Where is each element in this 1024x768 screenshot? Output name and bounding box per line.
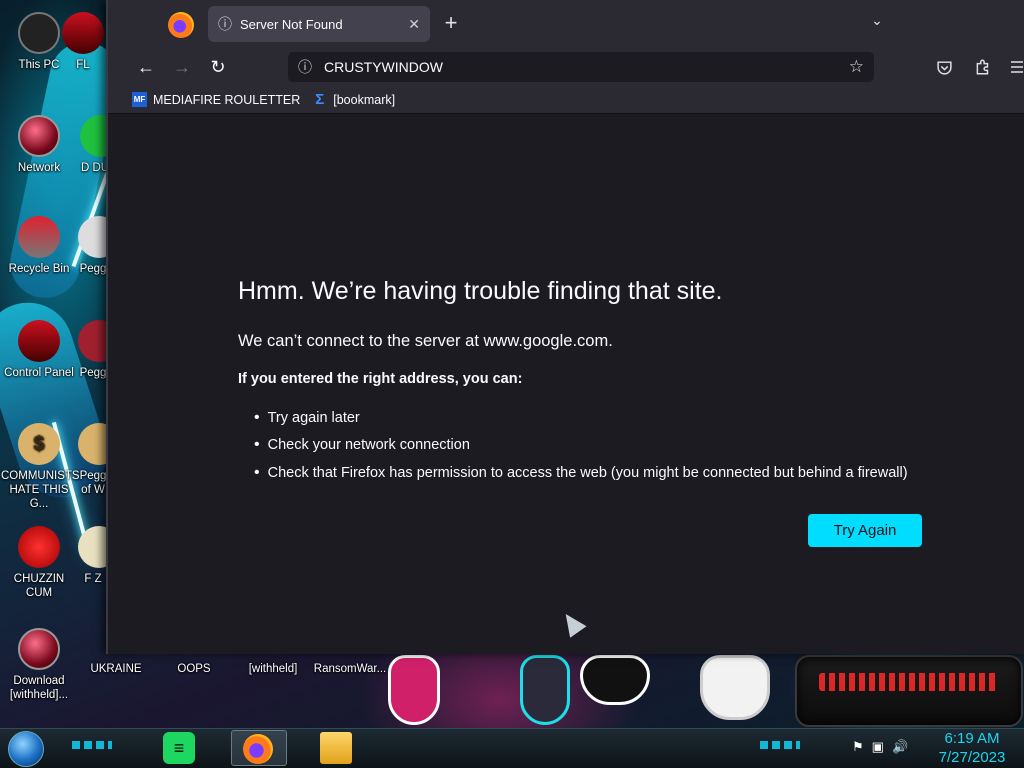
spotify-icon[interactable]: ≡ — [163, 732, 195, 764]
control-panel-icon — [18, 320, 60, 362]
error-hint: If you entered the right address, you ca… — [238, 371, 523, 387]
fluffy-creature-icon — [18, 526, 60, 568]
desktop-icon-label: This PC — [18, 59, 60, 71]
forward-button[interactable]: → — [168, 53, 196, 81]
bookmarks-toolbar: MF MEDIAFIRE ROULETTER Σ [bookmark] — [108, 86, 1024, 114]
clock-time: 6:19 AM — [944, 730, 1000, 747]
desktop-icon-fz[interactable]: F Z — [78, 526, 120, 586]
wallpaper-hud-panel — [795, 655, 1023, 727]
pocket-icon[interactable] — [936, 59, 953, 76]
site-info-icon[interactable]: ⓘ — [298, 57, 312, 77]
clock[interactable]: 6:19 AM 7/27/2023 — [930, 729, 1014, 767]
system-tray: ⚑ ▣ 🔊 — [852, 739, 908, 755]
taskbar-decoration — [760, 741, 800, 749]
desktop-icon-label: FL — [76, 59, 90, 71]
wallpaper-figure — [520, 655, 570, 725]
firefox-icon[interactable] — [168, 12, 194, 38]
desktop-icon-label: Download [withheld]... — [9, 675, 69, 701]
start-button[interactable] — [8, 731, 44, 767]
desktop-icon-chuzzle[interactable]: CHUZZIN CUM — [1, 526, 77, 600]
desktop-icon-ukraine[interactable]: UKRAINE — [78, 662, 154, 676]
recycle-bin-icon — [18, 216, 60, 258]
try-again-button[interactable]: Try Again — [808, 514, 922, 547]
desktop-icon-label: F Z — [84, 573, 102, 585]
wallpaper-figure — [700, 655, 770, 720]
orb-icon — [18, 628, 60, 670]
taskbar-decoration — [72, 741, 112, 749]
mediafire-icon: MF — [132, 92, 147, 107]
desktop-icon-money-file[interactable]: $ COMMUNISTS HATE THIS G... — [1, 423, 80, 511]
back-button[interactable]: ← — [132, 53, 160, 81]
bookmark-mediafire[interactable]: MF MEDIAFIRE ROULETTER — [132, 92, 300, 107]
desktop-icon-control-panel[interactable]: Control Panel — [1, 320, 77, 380]
wallpaper-figure — [388, 655, 440, 725]
computer-icon — [18, 12, 60, 54]
desktop-icon-label: RansomWar... — [313, 663, 387, 675]
taskbar: ≡ ⚑ ▣ 🔊 6:19 AM 7/27/2023 — [0, 728, 1024, 768]
list-item: Check your network connection — [254, 432, 908, 460]
error-title: Hmm. We’re having trouble finding that s… — [238, 277, 723, 305]
desktop-icon-pegg-3[interactable]: Pegg of W — [78, 423, 120, 497]
tab-strip: ⓘ Server Not Found ✕ + ⌄ — [108, 0, 1024, 48]
desktop-icon-label: [withheld] — [248, 663, 298, 675]
desktop-icon-label: OOPS — [177, 663, 211, 675]
flag-icon[interactable]: ⚑ — [852, 739, 864, 755]
desktop-icon-label: Pegg of W — [79, 470, 107, 496]
taskbar-firefox-button[interactable] — [231, 730, 287, 766]
desktop-icon-network[interactable]: Network — [1, 115, 77, 175]
network-icon — [18, 115, 60, 157]
firefox-window: ⓘ Server Not Found ✕ + ⌄ ← → ↻ ⓘ CRUSTYW… — [106, 0, 1024, 654]
firefox-icon — [243, 734, 273, 764]
desktop-icon-oops[interactable]: OOPS — [156, 662, 232, 676]
desktop-icon-label: UKRAINE — [90, 663, 142, 675]
mouse-cursor-icon — [557, 608, 587, 638]
wallpaper-figure — [580, 655, 650, 705]
desktop-icon-pegg-2[interactable]: Pegg — [78, 320, 120, 380]
desktop-icon-label: D DU — [80, 162, 110, 174]
info-icon: ⓘ — [218, 16, 232, 32]
url-bar[interactable]: ⓘ CRUSTYWINDOW ☆ — [288, 52, 874, 82]
desktop-icon-label: Recycle Bin — [8, 263, 70, 275]
tab-title: Server Not Found — [240, 16, 343, 32]
volume-icon[interactable]: 🔊 — [892, 739, 908, 755]
desktop-icon-recycle-bin[interactable]: Recycle Bin — [1, 216, 77, 276]
reload-button[interactable]: ↻ — [204, 53, 232, 81]
error-page: Hmm. We’re having trouble finding that s… — [108, 115, 1024, 654]
new-tab-button[interactable]: + — [438, 11, 464, 37]
error-suggestions-list: Try again later Check your network conne… — [254, 404, 908, 487]
list-item: Try again later — [254, 404, 908, 432]
desktop-icon-download[interactable]: Download [withheld]... — [1, 628, 77, 702]
navigation-toolbar: ← → ↻ ⓘ CRUSTYWINDOW ☆ — [108, 48, 1024, 86]
sigma-icon: Σ — [315, 91, 325, 108]
chevron-down-icon[interactable]: ⌄ — [866, 12, 888, 34]
tab-server-not-found[interactable]: ⓘ Server Not Found ✕ — [208, 6, 430, 42]
desktop-icon-label: Control Panel — [4, 367, 74, 379]
desktop-icon-label: Pegg — [79, 263, 107, 275]
app-icon — [62, 12, 104, 54]
desktop-icon-label: COMMUNISTS HATE THIS G... — [1, 470, 80, 510]
desktop-icon-label: Network — [17, 162, 61, 174]
list-item: Check that Firefox has permission to acc… — [254, 459, 908, 487]
desktop-icon-label: Pegg — [79, 367, 107, 379]
clock-date: 7/27/2023 — [938, 749, 1006, 766]
money-bag-icon: $ — [18, 423, 60, 465]
desktop-icon-label: CHUZZIN CUM — [13, 573, 65, 599]
desktop-icon-ransomware[interactable]: RansomWar... — [312, 662, 388, 676]
menu-icon[interactable] — [1010, 59, 1024, 75]
file-explorer-icon[interactable] — [320, 732, 352, 764]
error-subtitle: We can’t connect to the server at www.go… — [238, 332, 613, 350]
desktop-icon-withheld[interactable]: [withheld] — [235, 662, 311, 676]
bookmark-label: [bookmark] — [333, 92, 396, 107]
desktop-icon-pegg[interactable]: Pegg — [78, 216, 120, 276]
close-tab-icon[interactable]: ✕ — [408, 16, 420, 33]
url-text[interactable]: CRUSTYWINDOW — [324, 59, 849, 75]
desktop-icon-fl[interactable]: FL — [58, 12, 108, 72]
bookmark-item-2[interactable]: Σ [bookmark] — [312, 92, 395, 107]
network-tray-icon[interactable]: ▣ — [872, 739, 884, 755]
bookmark-label: MEDIAFIRE ROULETTER — [153, 92, 301, 107]
extensions-icon[interactable] — [974, 58, 992, 76]
bookmark-star-icon[interactable]: ☆ — [849, 57, 864, 77]
